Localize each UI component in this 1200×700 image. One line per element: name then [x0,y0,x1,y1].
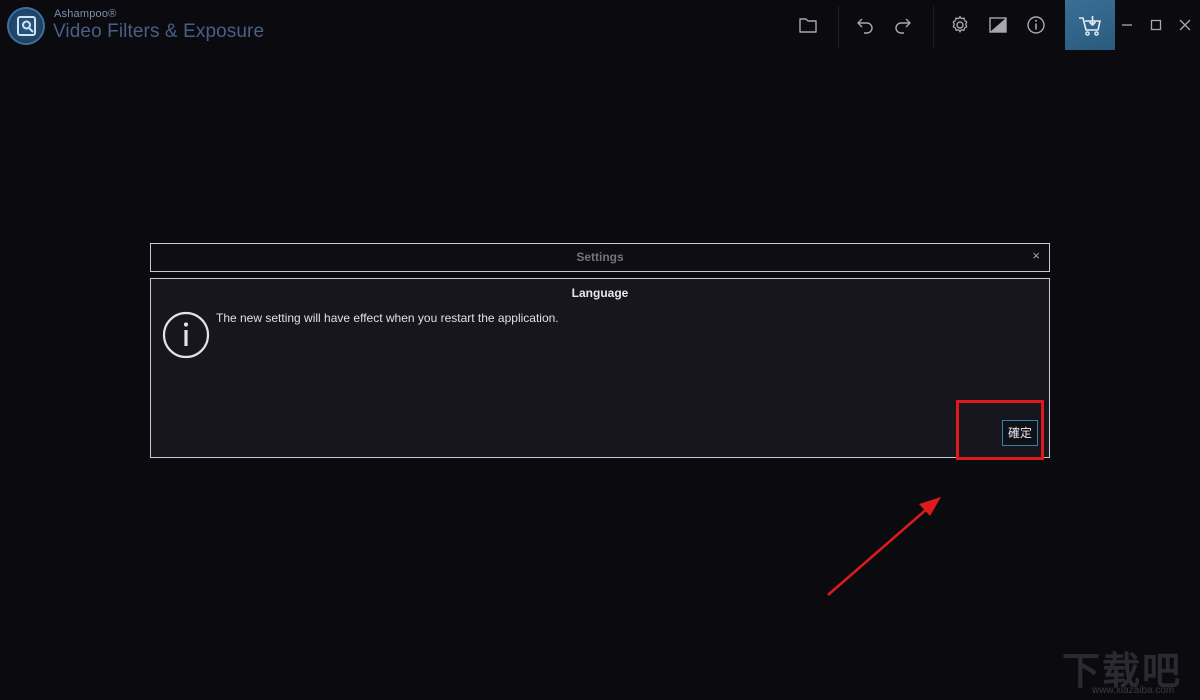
annotation-arrow-icon [827,497,941,596]
watermark-url: www.xiazaiba.com [1092,685,1175,696]
watermark: 下载吧 www.xiazaiba.com [1058,640,1198,698]
